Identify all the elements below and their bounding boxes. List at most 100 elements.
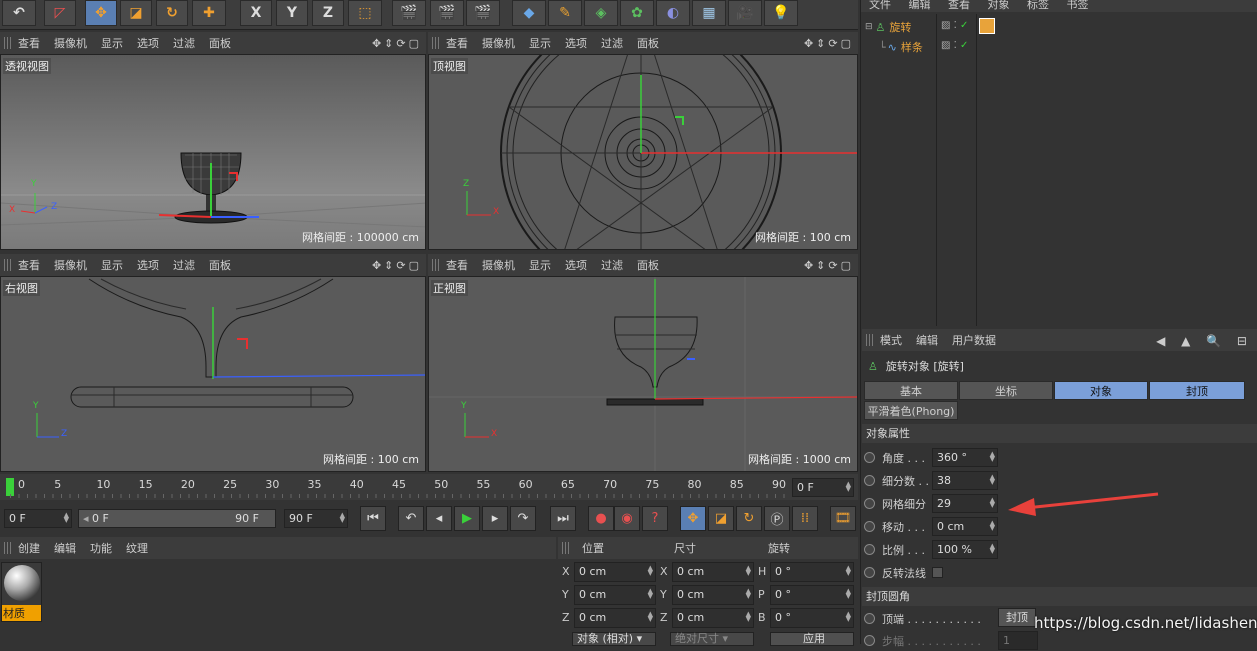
end-frame-field[interactable]: 90 F ▲ ▼: [284, 509, 348, 528]
viewport-top[interactable]: 顶视图 Z X 网格间距 : 100 cm: [428, 54, 858, 250]
viewport-right[interactable]: 右视图 Y Z 网格间距 : 100 cm: [0, 276, 426, 472]
render-view-icon[interactable]: 🎬: [392, 0, 426, 26]
nav-back-icon[interactable]: ◀ ▲ 🔍 ⊟: [1156, 334, 1253, 348]
object-row-lathe[interactable]: ⊟ ♙ 旋转: [865, 18, 911, 36]
menu-filter[interactable]: 过滤: [173, 35, 195, 51]
object-name[interactable]: 旋转: [889, 19, 911, 35]
menu-view[interactable]: 查看: [446, 35, 468, 51]
key-rotation-icon[interactable]: ↻: [736, 506, 762, 531]
next-frame-icon[interactable]: ▸: [482, 506, 508, 531]
pos-z-field[interactable]: 0 cm ▲ ▼: [574, 608, 656, 628]
menu-camera[interactable]: 摄像机: [482, 35, 515, 51]
rot-p-field[interactable]: 0 ° ▲ ▼: [770, 585, 854, 605]
phong-tag-icon[interactable]: [979, 18, 995, 34]
material-swatch[interactable]: 材质: [1, 562, 42, 622]
menu-camera[interactable]: 摄像机: [482, 257, 515, 273]
menu-options[interactable]: 选项: [565, 35, 587, 51]
viewport-nav-icons[interactable]: ✥⇕⟳▢: [804, 259, 854, 272]
menu-filter[interactable]: 过滤: [601, 35, 623, 51]
menu-options[interactable]: 选项: [137, 257, 159, 273]
key-pla-icon[interactable]: ⁞⁞: [792, 506, 818, 531]
menu-view[interactable]: 查看: [948, 0, 970, 11]
deformer-icon[interactable]: ◐: [656, 0, 690, 26]
frame-range-slider[interactable]: ◂ 0 F 90 F: [78, 509, 276, 528]
start-frame-field[interactable]: 0 F ▲ ▼: [4, 509, 72, 528]
animate-radio-icon[interactable]: [864, 613, 875, 624]
animate-radio-icon[interactable]: [864, 544, 875, 555]
object-name[interactable]: 样条: [901, 39, 923, 55]
play-icon[interactable]: ▶: [454, 506, 480, 531]
record-icon[interactable]: ●: [588, 506, 614, 531]
coordinate-system-icon[interactable]: ⬚: [348, 0, 382, 26]
menu-bookmarks[interactable]: 书签: [1067, 0, 1089, 11]
animate-radio-icon[interactable]: [864, 567, 875, 578]
menu-panel[interactable]: 面板: [209, 35, 231, 51]
size-x-field[interactable]: 0 cm ▲ ▼: [672, 562, 754, 582]
pen-icon[interactable]: ✎: [548, 0, 582, 26]
subdivisions-field[interactable]: 38 ▲ ▼: [932, 471, 998, 490]
menu-mode[interactable]: 模式: [880, 332, 902, 348]
x-axis-icon[interactable]: X: [240, 0, 272, 26]
tab-coord[interactable]: 坐标: [959, 381, 1053, 400]
keyframe-help-icon[interactable]: ?: [642, 506, 668, 531]
animate-radio-icon[interactable]: [864, 475, 875, 486]
menu-object[interactable]: 对象: [988, 0, 1010, 11]
scale-icon[interactable]: ◪: [120, 0, 152, 26]
autokey-icon[interactable]: ◉: [614, 506, 640, 531]
array-icon[interactable]: ✿: [620, 0, 654, 26]
key-parameter-icon[interactable]: Ⓟ: [764, 506, 790, 531]
viewport-perspective[interactable]: 透视视图 Y X Z 网格间距 : 100000 cm: [0, 54, 426, 250]
key-position-icon[interactable]: ✥: [680, 506, 706, 531]
steps-field[interactable]: 1: [998, 631, 1038, 650]
prev-frame-icon[interactable]: ◂: [426, 506, 452, 531]
edit-render-settings-icon[interactable]: 🎬: [466, 0, 500, 26]
animate-radio-icon[interactable]: [864, 452, 875, 463]
pos-y-field[interactable]: 0 cm ▲ ▼: [574, 585, 656, 605]
flip-normals-checkbox[interactable]: [932, 567, 943, 578]
menu-panel[interactable]: 面板: [209, 257, 231, 273]
transform-icon[interactable]: ✚: [192, 0, 226, 26]
move-icon[interactable]: ✥: [85, 0, 117, 26]
light-icon[interactable]: 💡: [764, 0, 798, 26]
timeline-ruler[interactable]: 0 5 10 15 20 25 30 35 40 45 50 55 60 65 70 75 80 85 90 0 F…: [0, 474, 858, 500]
menu-function[interactable]: 功能: [90, 540, 112, 556]
movement-field[interactable]: 0 cm ▲ ▼: [932, 517, 998, 536]
tab-phong[interactable]: 平滑着色(Phong): [864, 401, 958, 420]
tab-basic[interactable]: 基本: [864, 381, 958, 400]
goto-start-icon[interactable]: ⏮: [360, 506, 386, 531]
key-scale-icon[interactable]: ◪: [708, 506, 734, 531]
object-row-spline[interactable]: └ ∿ 样条: [879, 38, 923, 56]
menu-camera[interactable]: 摄像机: [54, 35, 87, 51]
menu-create[interactable]: 创建: [18, 540, 40, 556]
menu-userdata[interactable]: 用户数据: [952, 332, 996, 348]
goto-end-icon[interactable]: ⏭: [550, 506, 576, 531]
z-axis-icon[interactable]: Z: [312, 0, 344, 26]
menu-tags[interactable]: 标签: [1027, 0, 1049, 11]
cap-dropdown[interactable]: 封顶: [998, 608, 1036, 627]
undo-icon[interactable]: ↶: [2, 0, 36, 26]
film-icon[interactable]: 🎞: [830, 506, 856, 531]
menu-file[interactable]: 文件: [869, 0, 891, 11]
rotate-icon[interactable]: ↻: [156, 0, 188, 26]
menu-camera[interactable]: 摄像机: [54, 257, 87, 273]
angle-field[interactable]: 360 ° ▲ ▼: [932, 448, 998, 467]
visibility-toggle-icon[interactable]: ▨ ⁚ ✓: [941, 20, 968, 31]
y-axis-icon[interactable]: Y: [276, 0, 308, 26]
render-picture-queue-icon[interactable]: 🎬: [430, 0, 464, 26]
pos-x-field[interactable]: 0 cm ▲ ▼: [574, 562, 656, 582]
menu-view[interactable]: 查看: [18, 35, 40, 51]
size-y-field[interactable]: 0 cm ▲ ▼: [672, 585, 754, 605]
menu-options[interactable]: 选项: [565, 257, 587, 273]
current-frame-field[interactable]: 0 F ▲ ▼: [792, 478, 854, 497]
menu-edit[interactable]: 编辑: [916, 332, 938, 348]
cube-icon[interactable]: ◆: [512, 0, 546, 26]
menu-texture[interactable]: 纹理: [126, 540, 148, 556]
menu-options[interactable]: 选项: [137, 35, 159, 51]
menu-panel[interactable]: 面板: [637, 257, 659, 273]
menu-filter[interactable]: 过滤: [173, 257, 195, 273]
menu-view[interactable]: 查看: [18, 257, 40, 273]
camera-icon[interactable]: 🎥: [728, 0, 762, 26]
visibility-toggle-icon[interactable]: ▨ ⁚ ✓: [941, 40, 968, 51]
scaling-field[interactable]: 100 % ▲ ▼: [932, 540, 998, 559]
menu-edit[interactable]: 编辑: [54, 540, 76, 556]
